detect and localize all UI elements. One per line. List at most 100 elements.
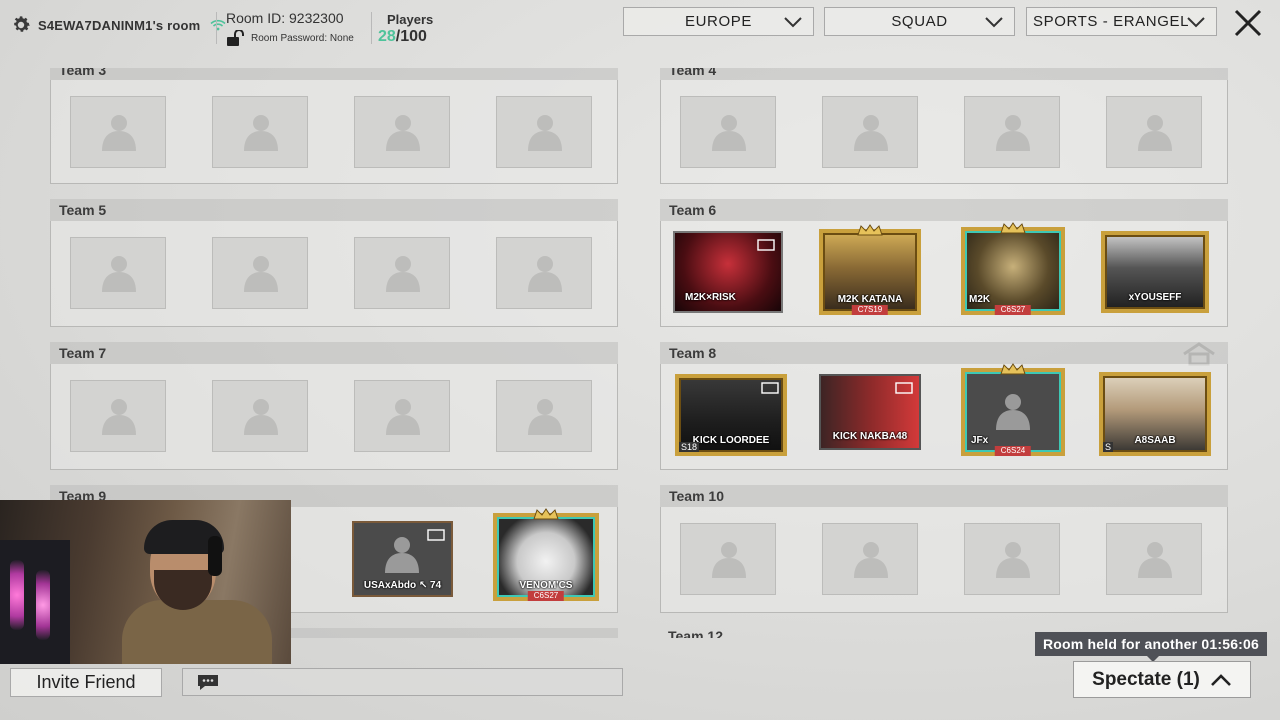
empty-slot[interactable]	[212, 237, 308, 309]
empty-slot[interactable]	[1106, 96, 1202, 168]
team-label: Team 4	[660, 68, 1228, 80]
webcam-person-torso	[122, 600, 272, 664]
person-placeholder-icon	[102, 399, 136, 435]
map-dropdown[interactable]: SPORTS - ERANGEL	[1026, 7, 1217, 36]
lock-icon	[227, 30, 244, 46]
player-card[interactable]: JFx C6S24	[961, 363, 1065, 456]
gear-icon[interactable]	[10, 14, 32, 36]
spectate-button[interactable]: Spectate (1)	[1073, 661, 1251, 698]
person-placeholder-icon	[1138, 115, 1172, 151]
empty-slot[interactable]	[964, 96, 1060, 168]
player-card[interactable]: M2K C6S27	[961, 222, 1065, 315]
empty-slot[interactable]	[964, 523, 1060, 595]
season-badge: S18	[679, 442, 700, 452]
room-held-tooltip: Room held for another 01:56:06	[1035, 632, 1267, 662]
empty-slot[interactable]	[680, 523, 776, 595]
player-name: KICK NAKBA48	[832, 431, 908, 442]
empty-slot[interactable]	[212, 96, 308, 168]
chevron-down-icon	[784, 17, 802, 28]
home-icon	[1183, 342, 1215, 366]
tv-icon	[757, 239, 775, 251]
player-card[interactable]: KICK NAKBA48	[819, 374, 921, 450]
empty-slot[interactable]	[354, 96, 450, 168]
team-label: Team 10	[660, 485, 1228, 507]
person-placeholder-icon	[244, 256, 278, 292]
team-slots	[50, 80, 618, 184]
wifi-icon	[210, 19, 226, 31]
webcam-headset	[208, 536, 222, 576]
person-placeholder-icon	[386, 256, 420, 292]
person-placeholder-icon	[528, 399, 562, 435]
room-password: Room Password: None	[226, 30, 354, 46]
person-placeholder-icon	[996, 115, 1030, 151]
webcam-pc-case	[0, 540, 70, 664]
person-placeholder-icon	[244, 115, 278, 151]
team-panel-10: Team 10	[660, 485, 1228, 613]
empty-slot[interactable]	[822, 523, 918, 595]
team-label: Team 12	[668, 628, 723, 638]
players-max: /100	[395, 28, 427, 45]
chevron-down-icon	[1187, 17, 1205, 28]
empty-slot[interactable]	[70, 380, 166, 452]
team-panel-5: Team 5	[50, 199, 618, 327]
team-slots	[660, 507, 1228, 613]
player-name: M2K KATANA	[837, 294, 903, 305]
team-slots	[660, 80, 1228, 184]
empty-slot[interactable]	[680, 96, 776, 168]
team-label: Team 5	[50, 199, 618, 221]
tv-icon	[895, 382, 913, 394]
close-icon[interactable]	[1230, 8, 1266, 38]
player-tier-tag: C6S27	[527, 591, 565, 601]
player-name: JFx	[971, 435, 989, 446]
team-panel-7: Team 7	[50, 342, 618, 470]
person-placeholder-icon	[996, 542, 1030, 578]
empty-slot[interactable]	[496, 380, 592, 452]
player-card[interactable]: VENOM'CS C6S27	[493, 508, 599, 601]
team-slots: M2K×RISK M2K KATANA C7S19 M2K C6S27 xYOU…	[660, 221, 1228, 327]
empty-slot[interactable]	[212, 380, 308, 452]
empty-slot[interactable]	[1106, 523, 1202, 595]
player-card[interactable]: A8SAAB S	[1099, 372, 1211, 456]
player-tier-tag: C6S24	[994, 446, 1032, 456]
empty-slot[interactable]	[354, 237, 450, 309]
player-card[interactable]: KICK LOORDEE S18	[675, 374, 787, 456]
chevron-down-icon	[985, 17, 1003, 28]
empty-slot[interactable]	[496, 96, 592, 168]
person-placeholder-icon	[386, 115, 420, 151]
empty-slot[interactable]	[496, 237, 592, 309]
empty-slot[interactable]	[70, 237, 166, 309]
chat-input[interactable]	[182, 668, 623, 696]
crown-icon	[1000, 222, 1026, 234]
chat-bubble-icon[interactable]	[197, 674, 219, 691]
person-placeholder-icon	[712, 542, 746, 578]
room-id: Room ID: 9232300	[226, 10, 344, 26]
webcam-overlay	[0, 500, 291, 664]
person-placeholder-icon	[386, 399, 420, 435]
team-label-row: Team 8	[660, 342, 1228, 366]
team-slots	[50, 221, 618, 327]
mode-dropdown[interactable]: SQUAD	[824, 7, 1015, 36]
empty-slot[interactable]	[822, 96, 918, 168]
player-card[interactable]: xYOUSEFF	[1101, 231, 1209, 313]
tv-icon	[427, 529, 445, 541]
person-placeholder-icon	[244, 399, 278, 435]
mode-value: SQUAD	[891, 13, 948, 30]
empty-slot[interactable]	[70, 96, 166, 168]
map-value: SPORTS - ERANGEL	[1033, 13, 1190, 30]
crown-icon	[533, 508, 559, 520]
region-value: EUROPE	[685, 13, 752, 30]
player-name: M2K	[969, 294, 991, 305]
player-card[interactable]: M2K KATANA C7S19	[819, 224, 921, 315]
player-card[interactable]: USAxAbdo ↖ 74	[352, 521, 453, 597]
room-name: S4EWA7DANINM1's room	[38, 17, 201, 33]
region-dropdown[interactable]: EUROPE	[623, 7, 814, 36]
players-count: 28/100	[378, 28, 427, 46]
chevron-up-icon	[1210, 673, 1231, 686]
player-card[interactable]: M2K×RISK	[673, 231, 783, 313]
crown-icon	[1000, 363, 1026, 375]
person-placeholder-icon	[1138, 542, 1172, 578]
player-tier-tag: C6S27	[994, 305, 1032, 315]
empty-slot[interactable]	[354, 380, 450, 452]
invite-friend-button[interactable]: Invite Friend	[10, 668, 162, 697]
team-slots: KICK LOORDEE S18 KICK NAKBA48 JFx C6S24 …	[660, 363, 1228, 470]
